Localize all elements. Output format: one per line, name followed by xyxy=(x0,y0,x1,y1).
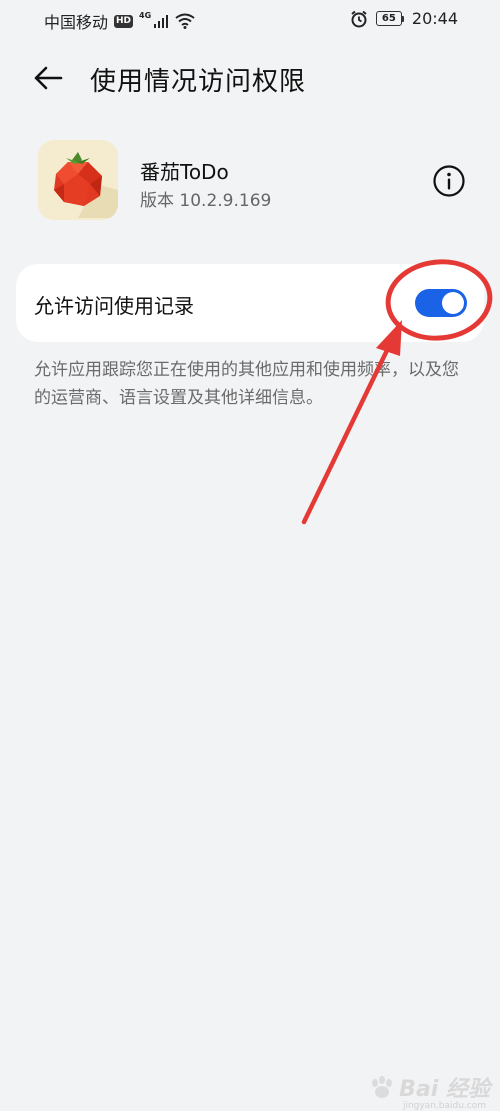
wifi-icon xyxy=(175,13,195,29)
battery-icon: 65 xyxy=(375,11,404,26)
header: 使用情况访问权限 xyxy=(0,48,500,108)
usage-access-label: 允许访问使用记录 xyxy=(34,294,194,318)
info-icon xyxy=(433,165,465,197)
signal-icon xyxy=(154,15,169,28)
app-info-button[interactable] xyxy=(432,164,466,198)
usage-access-toggle[interactable] xyxy=(415,289,467,317)
toggle-knob xyxy=(442,292,464,314)
network-type: 4G xyxy=(139,10,152,20)
status-right: 65 20:44 xyxy=(350,9,458,28)
alarm-icon xyxy=(351,10,367,27)
page-title: 使用情况访问权限 xyxy=(90,67,307,97)
watermark: Bai 经验 xyxy=(369,1071,490,1103)
hd-badge: HD xyxy=(114,14,134,28)
back-button[interactable] xyxy=(26,56,70,100)
status-bar: 中国移动 HD 4G 65 20:44 xyxy=(0,0,500,38)
paw-icon xyxy=(372,1076,393,1098)
carrier-name: 中国移动 xyxy=(44,13,109,32)
app-name: 番茄ToDo xyxy=(140,160,229,184)
status-left: 中国移动 HD 4G xyxy=(44,9,195,33)
app-version: 版本 10.2.9.169 xyxy=(140,191,272,211)
back-arrow-icon xyxy=(34,66,63,90)
battery-level: 65 xyxy=(375,11,402,26)
usage-access-card: 允许访问使用记录 xyxy=(16,264,484,342)
tomato-icon xyxy=(54,152,118,218)
clock-time: 20:44 xyxy=(411,9,458,28)
app-icon xyxy=(38,140,118,220)
watermark-text: Bai 经验 xyxy=(399,1077,490,1102)
permission-description: 允许应用跟踪您正在使用的其他应用和使用频率，以及您的运营商、语言设置及其他详细信… xyxy=(34,360,459,408)
watermark-url: jingyan.baidu.com xyxy=(402,1101,486,1111)
app-info: 番茄ToDo 版本 10.2.9.169 xyxy=(38,140,478,222)
